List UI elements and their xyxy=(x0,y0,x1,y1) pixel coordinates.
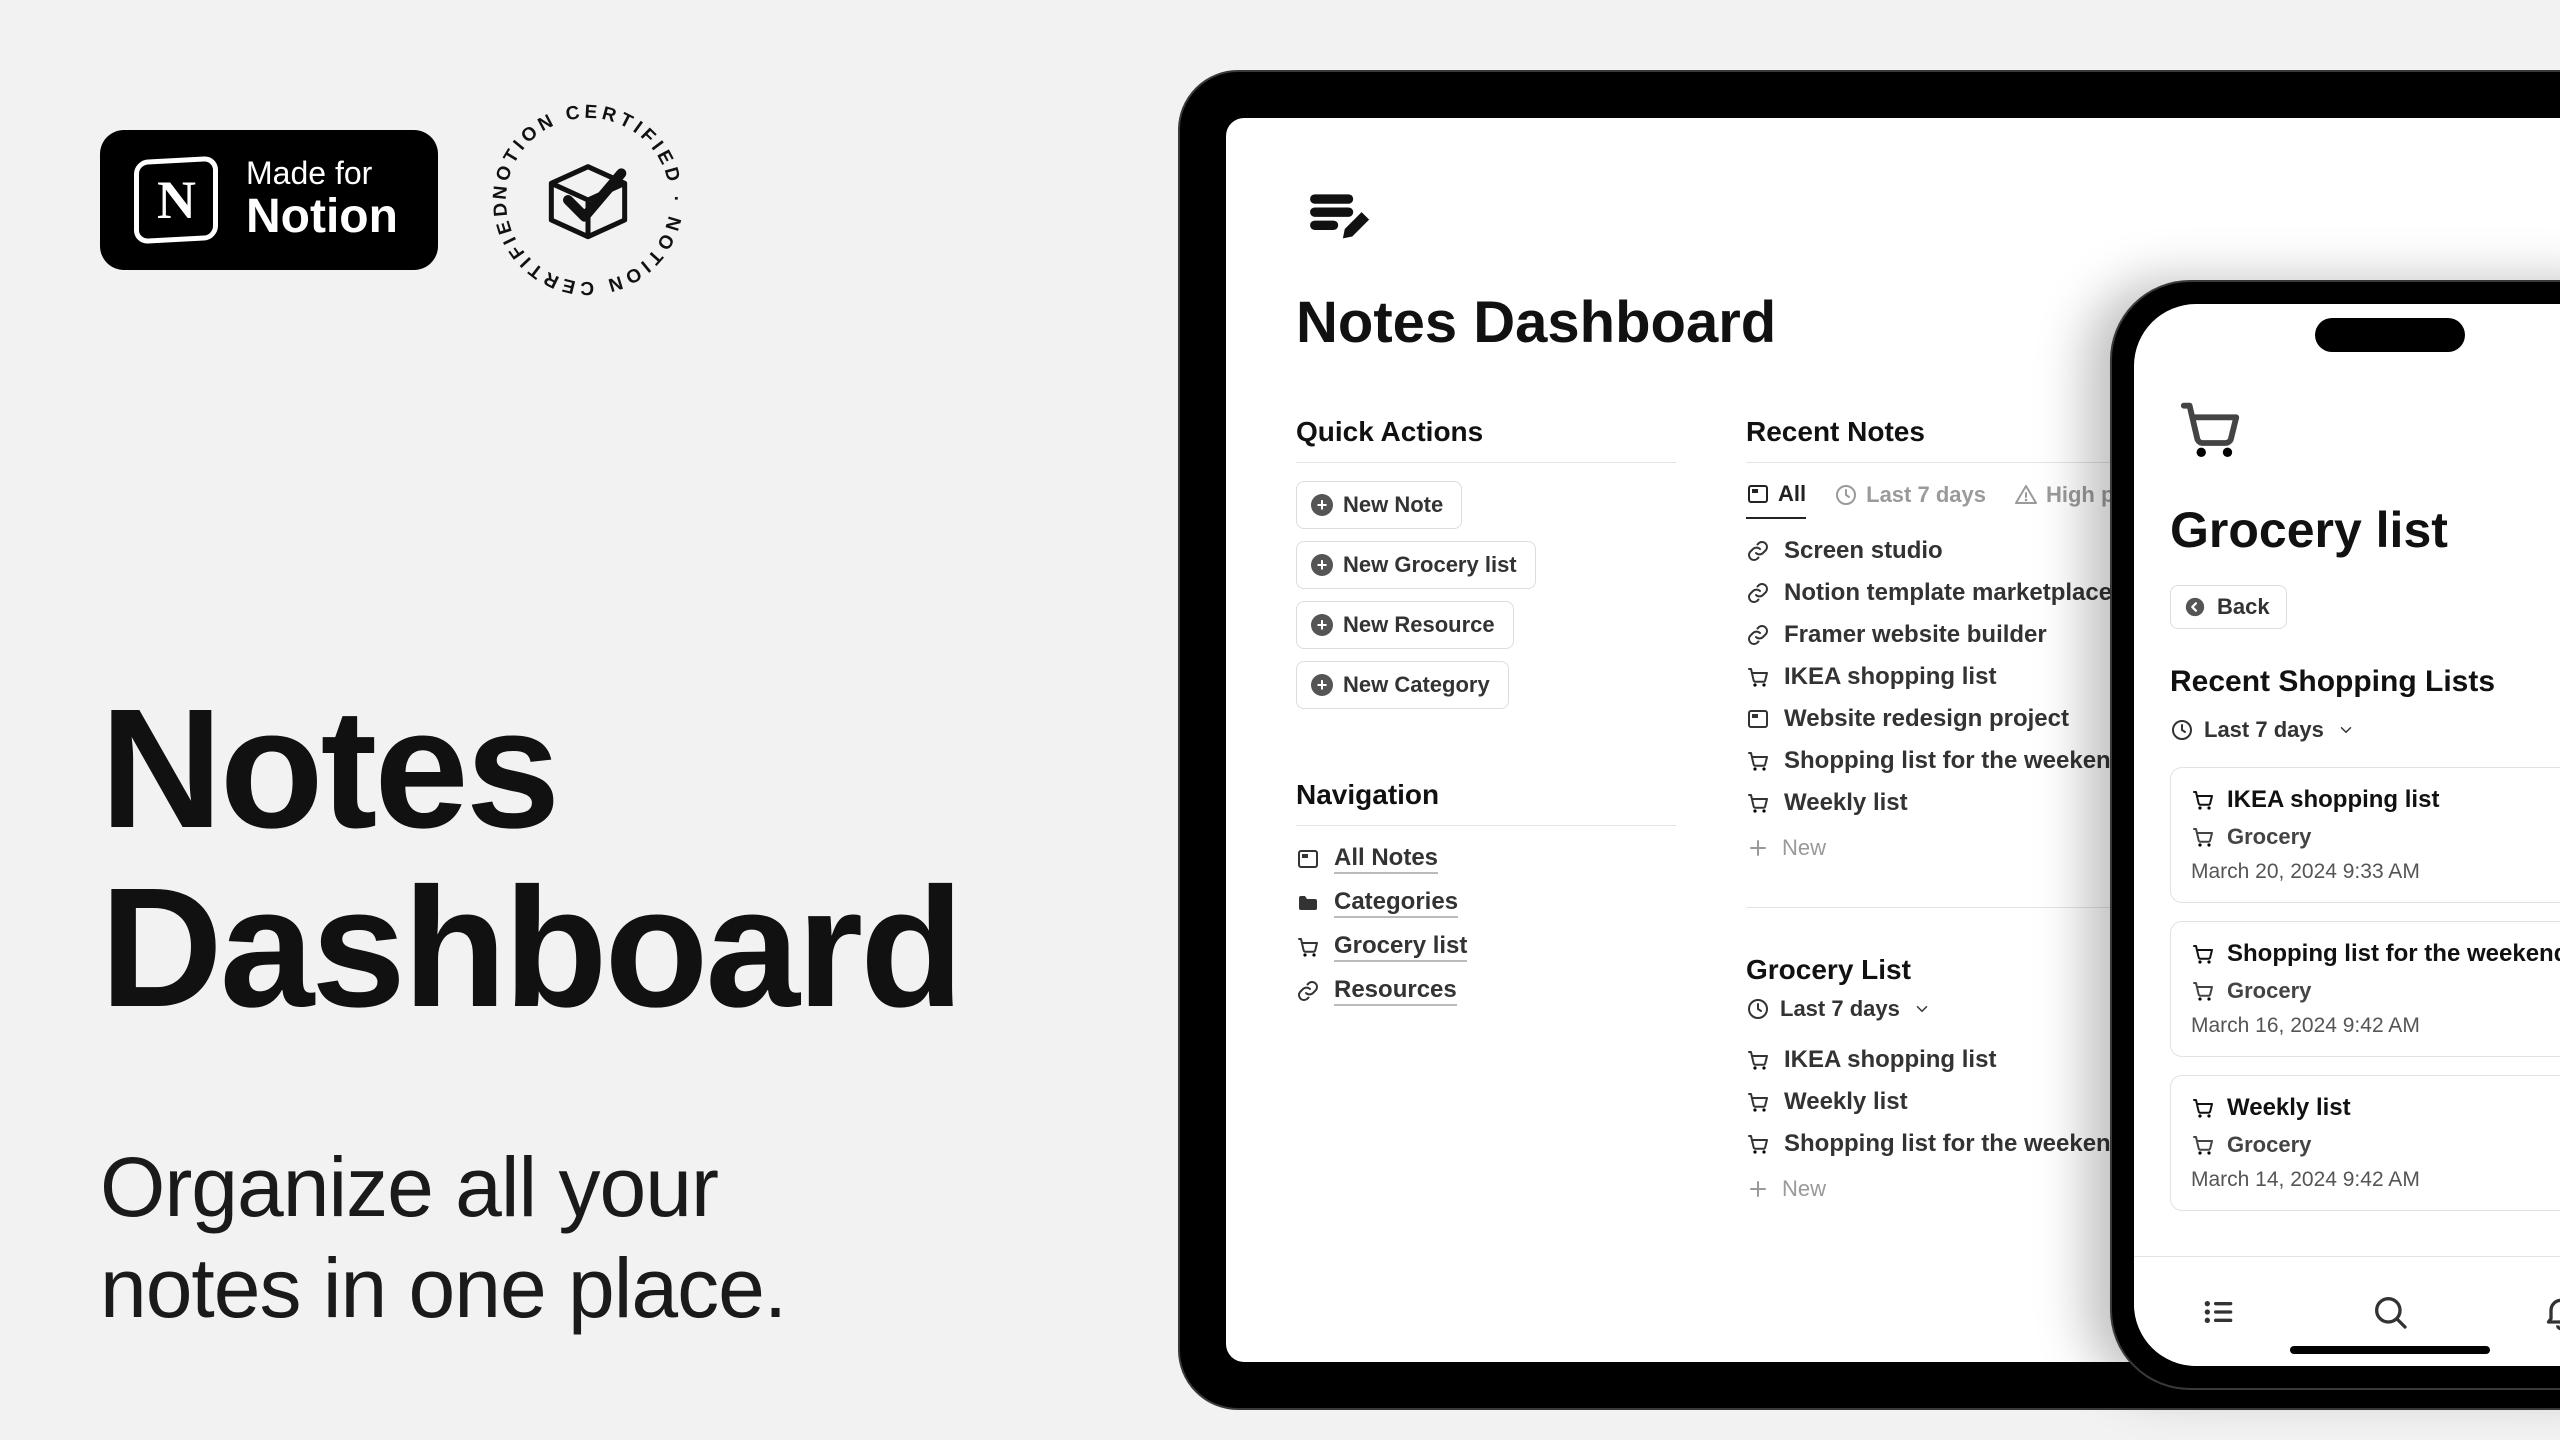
made-for-label: Made for xyxy=(246,156,398,191)
nav-item[interactable]: Categories xyxy=(1296,888,1676,918)
phone-screen: Grocery list Back Recent Shopping Lists … xyxy=(2134,304,2560,1366)
link-icon xyxy=(1296,979,1320,1003)
folder-icon xyxy=(1296,891,1320,915)
link-icon xyxy=(1746,539,1770,563)
gallery-icon xyxy=(1746,482,1770,506)
tab-search-icon[interactable] xyxy=(2370,1292,2410,1332)
quick-action-button[interactable]: + New Resource xyxy=(1296,601,1514,649)
tab-list-icon[interactable] xyxy=(2199,1292,2239,1332)
cart-icon xyxy=(1296,935,1320,959)
tab-all[interactable]: All xyxy=(1746,481,1806,519)
phone-device-frame: Grocery list Back Recent Shopping Lists … xyxy=(2110,280,2560,1390)
cart-icon xyxy=(1746,665,1770,689)
hero-subtitle: Organize all your notes in one place. xyxy=(100,1137,1060,1339)
gallery-icon xyxy=(1746,707,1770,731)
tab-last 7 days[interactable]: Last 7 days xyxy=(1834,481,1986,519)
cart-icon xyxy=(2191,979,2215,1003)
shopping-list-card[interactable]: Shopping list for the weekend Grocery Ma… xyxy=(2170,921,2560,1057)
clock-icon xyxy=(1834,483,1858,507)
cart-icon xyxy=(1746,1048,1770,1072)
plus-icon xyxy=(1746,836,1770,860)
nav-item[interactable]: All Notes xyxy=(1296,844,1676,874)
shopping-list-card[interactable]: IKEA shopping list Grocery March 20, 202… xyxy=(2170,767,2560,903)
back-button[interactable]: Back xyxy=(2170,585,2287,629)
chevron-down-icon xyxy=(2334,721,2358,739)
cart-icon xyxy=(1746,1090,1770,1114)
cart-icon xyxy=(2191,1096,2215,1120)
clock-icon xyxy=(2170,718,2194,742)
quick-action-button[interactable]: + New Category xyxy=(1296,661,1509,709)
cart-icon xyxy=(1746,791,1770,815)
quick-action-button[interactable]: + New Note xyxy=(1296,481,1462,529)
nav-item[interactable]: Grocery list xyxy=(1296,932,1676,962)
svg-text:NOTION CERTIFIED · NOTION CERT: NOTION CERTIFIED · NOTION CERTIFIED · xyxy=(488,100,686,298)
plus-icon xyxy=(1746,1177,1770,1201)
link-icon xyxy=(1746,623,1770,647)
phone-page-title: Grocery list xyxy=(2170,501,2560,559)
cart-icon xyxy=(2191,788,2215,812)
link-icon xyxy=(1746,581,1770,605)
shopping-list-card[interactable]: Weekly list Grocery March 14, 2024 9:42 … xyxy=(2170,1075,2560,1211)
chevron-down-icon xyxy=(1910,1000,1934,1018)
cart-icon xyxy=(2191,825,2215,849)
cart-icon xyxy=(2191,942,2215,966)
compose-icon xyxy=(1296,184,2560,249)
hero-title: Notes Dashboard xyxy=(100,680,1060,1037)
cart-icon xyxy=(2191,1133,2215,1157)
plus-circle-icon: + xyxy=(1311,674,1333,696)
tab-notifications-icon[interactable] xyxy=(2541,1292,2560,1332)
clock-icon xyxy=(1746,997,1770,1021)
recent-shopping-lists-heading: Recent Shopping Lists xyxy=(2170,665,2560,699)
plus-circle-icon: + xyxy=(1311,614,1333,636)
cart-icon xyxy=(1746,1132,1770,1156)
plus-circle-icon: + xyxy=(1311,554,1333,576)
phone-tab-bar xyxy=(2134,1256,2560,1366)
notion-logo-icon: N xyxy=(134,156,218,244)
navigation-heading: Navigation xyxy=(1296,779,1676,826)
dynamic-island xyxy=(2315,318,2465,352)
home-indicator xyxy=(2290,1346,2490,1354)
notion-certified-badge: NOTION CERTIFIED · NOTION CERTIFIED · xyxy=(488,100,688,300)
quick-action-button[interactable]: + New Grocery list xyxy=(1296,541,1536,589)
cart-icon xyxy=(1746,749,1770,773)
back-icon xyxy=(2183,596,2207,618)
grocery-filter[interactable]: Last 7 days xyxy=(1746,996,1934,1022)
plus-circle-icon: + xyxy=(1311,494,1333,516)
gallery-icon xyxy=(1296,847,1320,871)
cart-icon-large xyxy=(2170,394,2560,469)
warning-icon xyxy=(2014,483,2038,507)
quick-actions-heading: Quick Actions xyxy=(1296,416,1676,463)
nav-item[interactable]: Resources xyxy=(1296,976,1676,1006)
phone-filter[interactable]: Last 7 days xyxy=(2170,717,2560,743)
notion-label: Notion xyxy=(246,191,398,244)
made-for-notion-badge: N Made for Notion xyxy=(100,130,438,270)
